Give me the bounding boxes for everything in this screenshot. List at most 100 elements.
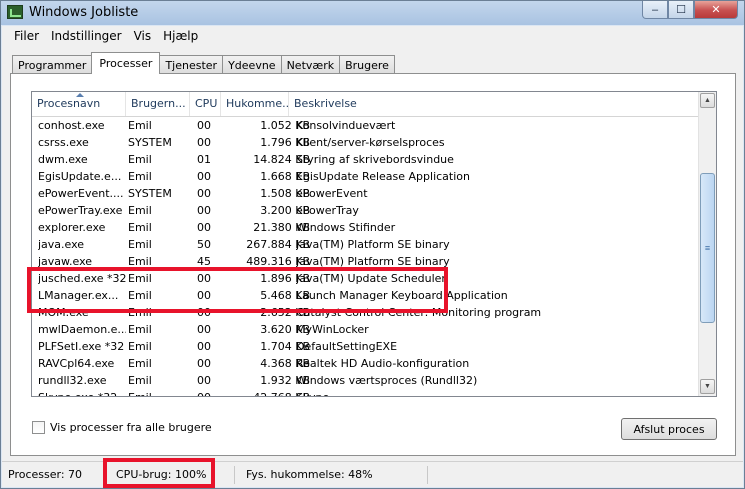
sort-ascending-icon [76, 93, 84, 97]
process-user-cell: Emil [128, 340, 152, 353]
process-name-cell: mwlDaemon.e... [38, 323, 126, 336]
process-cpu-cell: 00 [197, 221, 211, 234]
menu-bar: Filer Indstillinger Vis Hjælp [2, 26, 743, 46]
table-row[interactable]: ePowerTray.exe Emil 00 3.200 KB ePowerTray [32, 202, 698, 219]
process-description-cell: Styring af skrivebordsvindue [296, 153, 454, 166]
table-row[interactable]: PLFSetI.exe *32 Emil 00 1.704 KB DefaultSett… [32, 338, 698, 355]
process-description-cell: Realtek HD Audio-konfiguration [296, 357, 470, 370]
column-label: Procesnavn [37, 97, 101, 110]
tab-users[interactable]: Brugere [339, 55, 395, 74]
process-name-cell: ePowerEvent.... [38, 187, 124, 200]
process-description-cell: Java(TM) Platform SE binary [296, 238, 450, 251]
process-name-cell: rundll32.exe [38, 374, 107, 387]
process-name-cell: explorer.exe [38, 221, 106, 234]
column-image-name[interactable]: Procesnavn [32, 92, 126, 116]
process-cpu-cell: 50 [197, 238, 211, 251]
table-row[interactable]: EgisUpdate.e... Emil 00 1.668 KB EgisUpdate … [32, 168, 698, 185]
show-all-users-checkbox[interactable] [32, 421, 45, 434]
process-user-cell: Emil [128, 153, 152, 166]
process-name-cell: ePowerTray.exe [38, 204, 123, 217]
status-process-count: Processer: 70 [8, 468, 83, 481]
column-description[interactable]: Beskrivelse [289, 92, 698, 116]
process-user-cell: Emil [128, 238, 152, 251]
grip-icon: ≡ [704, 243, 711, 253]
column-cpu[interactable]: CPU [190, 92, 221, 116]
column-user-name[interactable]: Brugern... [126, 92, 190, 116]
process-user-cell: Emil [128, 357, 152, 370]
processes-panel: Procesnavn Brugern... CPU Hukomme... Bes… [10, 73, 736, 456]
menu-help[interactable]: Hjælp [157, 29, 204, 43]
process-description-cell: EgisUpdate Release Application [296, 170, 470, 183]
scroll-down-button[interactable]: ▼ [700, 379, 715, 394]
menu-file[interactable]: Filer [8, 29, 45, 43]
scroll-up-button[interactable]: ▲ [700, 93, 715, 108]
process-name-cell: EgisUpdate.e... [38, 170, 122, 183]
process-name-cell: csrss.exe [38, 136, 89, 149]
process-user-cell: SYSTEM [128, 136, 172, 149]
process-user-cell: Emil [128, 204, 152, 217]
tab-processes[interactable]: Processer [91, 52, 161, 74]
tab-services[interactable]: Tjenester [159, 55, 224, 74]
title-bar[interactable]: Windows Jobliste – ☐ ✕ [1, 1, 744, 25]
table-row[interactable]: csrss.exe SYSTEM 00 1.796 KB Klient/server-k… [32, 134, 698, 151]
status-physical-memory: Fys. hukommelse: 48% [246, 468, 373, 481]
process-cpu-cell: 00 [197, 136, 211, 149]
process-description-cell: Klient/server-kørselsproces [296, 136, 445, 149]
close-button[interactable]: ✕ [694, 1, 738, 19]
process-cpu-cell: 00 [197, 357, 211, 370]
column-memory[interactable]: Hukomme... [221, 92, 289, 116]
table-row[interactable]: java.exe Emil 50 267.884 KB Java(TM) Platfor… [32, 236, 698, 253]
process-name-cell: java.exe [38, 238, 85, 251]
process-cpu-cell: 00 [197, 170, 211, 183]
vertical-scrollbar[interactable]: ▲ ≡ ▼ [698, 92, 716, 396]
process-list[interactable]: Procesnavn Brugern... CPU Hukomme... Bes… [31, 91, 717, 397]
show-all-users-option[interactable]: Vis processer fra alle brugere [32, 421, 212, 434]
table-row[interactable]: ePowerEvent.... SYSTEM 00 1.508 KB ePowerEve… [32, 185, 698, 202]
process-cpu-cell: 00 [197, 374, 211, 387]
process-description-cell: ePowerEvent [296, 187, 368, 200]
process-cpu-cell: 00 [197, 119, 211, 132]
process-name-cell: RAVCpl64.exe [38, 357, 115, 370]
table-row[interactable]: Skype.exe *32Emil0042.768 KBSkype [32, 389, 698, 396]
process-description-cell: DefaultSettingEXE [296, 340, 398, 353]
list-header: Procesnavn Brugern... CPU Hukomme... Bes… [32, 92, 698, 117]
highlight-java-rows [27, 267, 448, 313]
status-divider [427, 466, 428, 484]
process-description-cell: Windows værtsproces (Rundll32) [296, 374, 478, 387]
process-user-cell: Emil [128, 323, 152, 336]
process-user-cell: Emil [128, 389, 188, 396]
menu-view[interactable]: Vis [128, 29, 158, 43]
process-cpu-cell: 00 [197, 323, 211, 336]
process-name-cell: Skype.exe *32 [38, 389, 126, 396]
process-description-cell: Windows Stifinder [296, 221, 396, 234]
process-rows: conhost.exe Emil 00 1.052 KB Konsolvinduevær… [32, 117, 698, 396]
highlight-cpu-usage [103, 458, 215, 488]
maximize-button[interactable]: ☐ [668, 1, 694, 19]
process-cpu-cell: 00 [197, 204, 211, 217]
scroll-thumb[interactable]: ≡ [700, 173, 715, 323]
table-row[interactable]: dwm.exe Emil 01 14.824 KB Styring af skriveb… [32, 151, 698, 168]
process-user-cell: Emil [128, 221, 152, 234]
client-area: Programmer Processer Tjenester Ydeevne N… [2, 46, 743, 487]
menu-options[interactable]: Indstillinger [45, 29, 128, 43]
process-name-cell: dwm.exe [38, 153, 88, 166]
process-cpu-cell: 00 [197, 340, 211, 353]
process-cpu-cell: 01 [197, 153, 211, 166]
process-name-cell: conhost.exe [38, 119, 105, 132]
table-row[interactable]: mwlDaemon.e... Emil 00 3.620 KB MyWinLocker [32, 321, 698, 338]
end-process-button[interactable]: Afslut proces [621, 418, 717, 440]
process-cpu-cell: 00 [197, 389, 222, 396]
table-row[interactable]: RAVCpl64.exe Emil 00 4.368 KB Realtek HD Aud… [32, 355, 698, 372]
tab-applications[interactable]: Programmer [12, 55, 93, 74]
process-description-cell: MyWinLocker [296, 323, 369, 336]
table-row[interactable]: conhost.exe Emil 00 1.052 KB Konsolvinduevær… [32, 117, 698, 134]
process-user-cell: Emil [128, 374, 152, 387]
table-row[interactable]: explorer.exe Emil 00 21.380 KB Windows Stifi… [32, 219, 698, 236]
process-name-cell: PLFSetI.exe *32 [38, 340, 125, 353]
status-divider [234, 466, 235, 484]
tab-performance[interactable]: Ydeevne [222, 55, 282, 74]
tab-networking[interactable]: Netværk [280, 55, 341, 74]
minimize-button[interactable]: – [642, 1, 668, 19]
process-user-cell: Emil [128, 119, 152, 132]
table-row[interactable]: rundll32.exe Emil 00 1.932 KB Windows værtsp… [32, 372, 698, 389]
